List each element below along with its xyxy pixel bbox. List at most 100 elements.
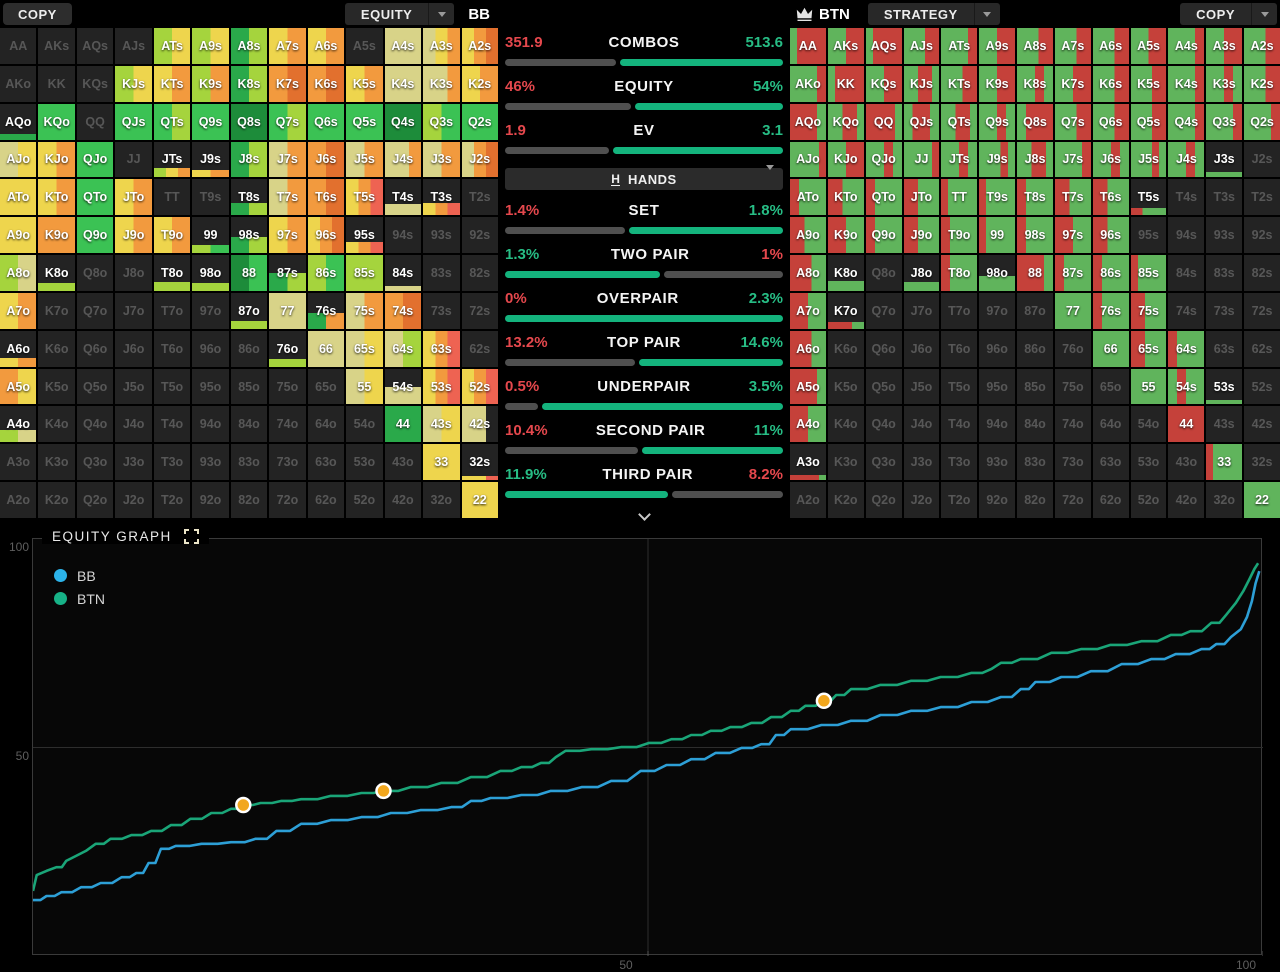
bb-cell-J3s[interactable]: J3s xyxy=(423,142,459,178)
bb-cell-42o[interactable]: 42o xyxy=(385,482,421,518)
btn-cell-Q7o[interactable]: Q7o xyxy=(866,293,902,329)
bb-cell-T4o[interactable]: T4o xyxy=(154,406,190,442)
bb-cell-74s[interactable]: 74s xyxy=(385,293,421,329)
btn-cell-Q2s[interactable]: Q2s xyxy=(1244,104,1280,140)
bb-cell-K7s[interactable]: K7s xyxy=(269,66,305,102)
bb-cell-A8s[interactable]: A8s xyxy=(231,28,267,64)
bb-cell-95o[interactable]: 95o xyxy=(192,369,228,405)
btn-cell-AJs[interactable]: AJs xyxy=(904,28,940,64)
bb-cell-J2s[interactable]: J2s xyxy=(462,142,498,178)
bb-cell-86o[interactable]: 86o xyxy=(231,331,267,367)
btn-cell-QTo[interactable]: QTo xyxy=(866,179,902,215)
bb-cell-J9o[interactable]: J9o xyxy=(115,217,151,253)
btn-cell-66[interactable]: 66 xyxy=(1093,331,1129,367)
bb-cell-T9s[interactable]: T9s xyxy=(192,179,228,215)
bb-cell-A8o[interactable]: A8o xyxy=(0,255,36,291)
bb-cell-54o[interactable]: 54o xyxy=(346,406,382,442)
btn-cell-42s[interactable]: 42s xyxy=(1244,406,1280,442)
copy-range-button-btn[interactable]: COPY xyxy=(1180,3,1277,25)
bb-cell-A9s[interactable]: A9s xyxy=(192,28,228,64)
btn-cell-83s[interactable]: 83s xyxy=(1206,255,1242,291)
bb-cell-JTs[interactable]: JTs xyxy=(154,142,190,178)
btn-cell-Q5s[interactable]: Q5s xyxy=(1131,104,1167,140)
bb-cell-KJo[interactable]: KJo xyxy=(38,142,74,178)
bb-cell-32o[interactable]: 32o xyxy=(423,482,459,518)
bb-cell-QTo[interactable]: QTo xyxy=(77,179,113,215)
bb-cell-J5s[interactable]: J5s xyxy=(346,142,382,178)
btn-cell-J8o[interactable]: J8o xyxy=(904,255,940,291)
view-mode-dropdown-btn[interactable]: STRATEGY xyxy=(868,3,1000,25)
btn-cell-86s[interactable]: 86s xyxy=(1093,255,1129,291)
bb-cell-85s[interactable]: 85s xyxy=(346,255,382,291)
btn-cell-A7s[interactable]: A7s xyxy=(1055,28,1091,64)
bb-cell-KTo[interactable]: KTo xyxy=(38,179,74,215)
bb-cell-55[interactable]: 55 xyxy=(346,369,382,405)
bb-cell-T9o[interactable]: T9o xyxy=(154,217,190,253)
bb-cell-66[interactable]: 66 xyxy=(308,331,344,367)
bb-cell-53s[interactable]: 53s xyxy=(423,369,459,405)
btn-cell-84o[interactable]: 84o xyxy=(1017,406,1053,442)
bb-cell-T7o[interactable]: T7o xyxy=(154,293,190,329)
bb-cell-77[interactable]: 77 xyxy=(269,293,305,329)
bb-cell-A7o[interactable]: A7o xyxy=(0,293,36,329)
bb-cell-QJo[interactable]: QJo xyxy=(77,142,113,178)
bb-cell-K5o[interactable]: K5o xyxy=(38,369,74,405)
btn-cell-T4s[interactable]: T4s xyxy=(1168,179,1204,215)
bb-cell-73s[interactable]: 73s xyxy=(423,293,459,329)
bb-cell-64o[interactable]: 64o xyxy=(308,406,344,442)
bb-cell-44[interactable]: 44 xyxy=(385,406,421,442)
bb-cell-K4o[interactable]: K4o xyxy=(38,406,74,442)
bb-cell-87s[interactable]: 87s xyxy=(269,255,305,291)
btn-cell-KJo[interactable]: KJo xyxy=(828,142,864,178)
bb-cell-Q3s[interactable]: Q3s xyxy=(423,104,459,140)
btn-cell-J3s[interactable]: J3s xyxy=(1206,142,1242,178)
bb-cell-32s[interactable]: 32s xyxy=(462,444,498,480)
btn-cell-T7o[interactable]: T7o xyxy=(941,293,977,329)
btn-cell-T5o[interactable]: T5o xyxy=(941,369,977,405)
bb-cell-74o[interactable]: 74o xyxy=(269,406,305,442)
btn-cell-K9s[interactable]: K9s xyxy=(979,66,1015,102)
bb-cell-A6o[interactable]: A6o xyxy=(0,331,36,367)
bb-cell-K3s[interactable]: K3s xyxy=(423,66,459,102)
bb-cell-K2o[interactable]: K2o xyxy=(38,482,74,518)
board-card-marker[interactable] xyxy=(817,694,831,708)
btn-cell-85s[interactable]: 85s xyxy=(1131,255,1167,291)
bb-cell-76o[interactable]: 76o xyxy=(269,331,305,367)
btn-cell-63o[interactable]: 63o xyxy=(1093,444,1129,480)
bb-cell-93s[interactable]: 93s xyxy=(423,217,459,253)
btn-cell-88[interactable]: 88 xyxy=(1017,255,1053,291)
bb-cell-T7s[interactable]: T7s xyxy=(269,179,305,215)
btn-cell-T4o[interactable]: T4o xyxy=(941,406,977,442)
btn-cell-T6s[interactable]: T6s xyxy=(1093,179,1129,215)
bb-cell-K9s[interactable]: K9s xyxy=(192,66,228,102)
btn-cell-74s[interactable]: 74s xyxy=(1168,293,1204,329)
btn-cell-ATs[interactable]: ATs xyxy=(941,28,977,64)
bb-cell-Q5s[interactable]: Q5s xyxy=(346,104,382,140)
btn-cell-TT[interactable]: TT xyxy=(941,179,977,215)
btn-cell-T8s[interactable]: T8s xyxy=(1017,179,1053,215)
bb-cell-94o[interactable]: 94o xyxy=(192,406,228,442)
bb-cell-62s[interactable]: 62s xyxy=(462,331,498,367)
bb-cell-A3s[interactable]: A3s xyxy=(423,28,459,64)
bb-cell-AJs[interactable]: AJs xyxy=(115,28,151,64)
btn-cell-97o[interactable]: 97o xyxy=(979,293,1015,329)
btn-cell-T9o[interactable]: T9o xyxy=(941,217,977,253)
bb-cell-65s[interactable]: 65s xyxy=(346,331,382,367)
btn-cell-J6s[interactable]: J6s xyxy=(1093,142,1129,178)
bb-cell-J8s[interactable]: J8s xyxy=(231,142,267,178)
btn-cell-77[interactable]: 77 xyxy=(1055,293,1091,329)
copy-range-button-bb[interactable]: COPY xyxy=(3,3,72,25)
btn-cell-62o[interactable]: 62o xyxy=(1093,482,1129,518)
btn-cell-72s[interactable]: 72s xyxy=(1244,293,1280,329)
btn-cell-A6s[interactable]: A6s xyxy=(1093,28,1129,64)
btn-cell-53s[interactable]: 53s xyxy=(1206,369,1242,405)
bb-cell-92o[interactable]: 92o xyxy=(192,482,228,518)
bb-cell-K7o[interactable]: K7o xyxy=(38,293,74,329)
bb-cell-J7s[interactable]: J7s xyxy=(269,142,305,178)
bb-cell-82s[interactable]: 82s xyxy=(462,255,498,291)
bb-cell-K4s[interactable]: K4s xyxy=(385,66,421,102)
bb-cell-AKs[interactable]: AKs xyxy=(38,28,74,64)
btn-cell-82s[interactable]: 82s xyxy=(1244,255,1280,291)
fullscreen-icon[interactable] xyxy=(184,529,199,544)
btn-cell-32o[interactable]: 32o xyxy=(1206,482,1242,518)
